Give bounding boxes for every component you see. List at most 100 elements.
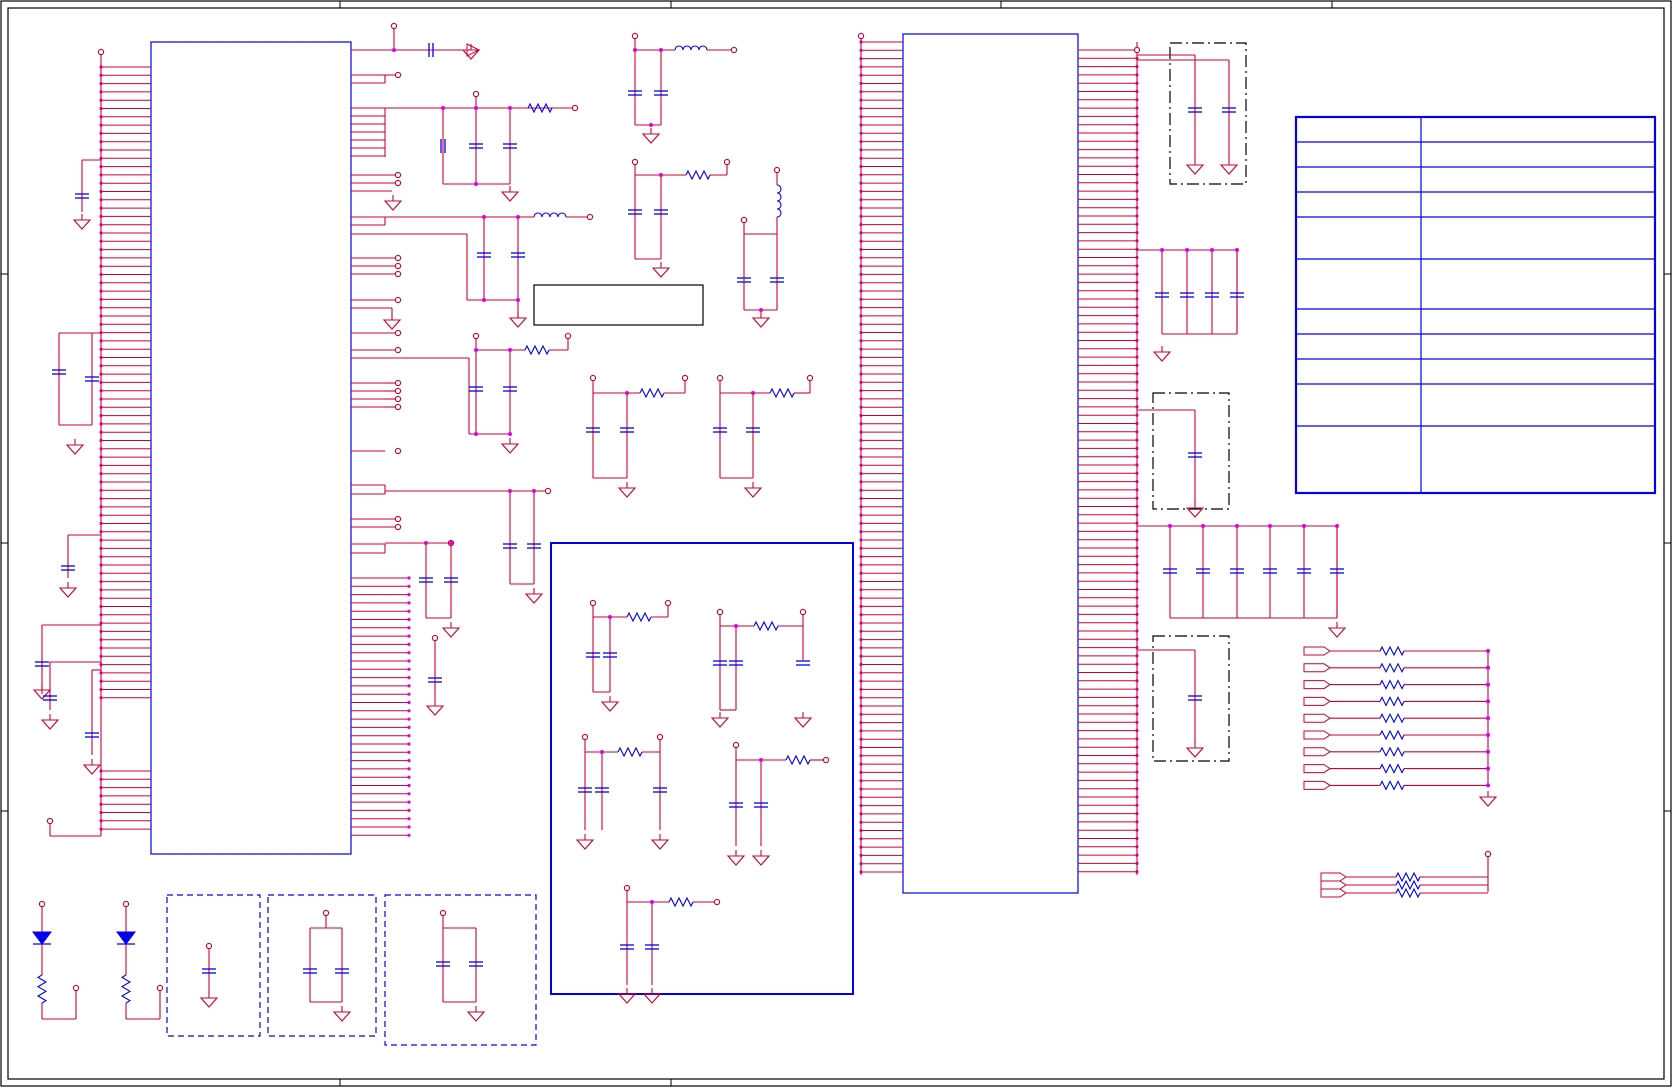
port-icon	[623, 884, 631, 892]
pin-dot	[407, 634, 411, 638]
junction-dot	[1486, 649, 1490, 653]
pin-dot	[407, 800, 411, 804]
junction-dot	[751, 391, 755, 395]
junction-dot	[1268, 524, 1272, 528]
ground-icon	[65, 439, 85, 455]
resistor-icon	[1395, 871, 1421, 883]
pin-dot	[407, 626, 411, 630]
wires	[41, 26, 1489, 1020]
ground-icon	[441, 622, 461, 638]
port-icon	[799, 608, 807, 616]
ground-icon	[508, 312, 528, 328]
junction-dot	[482, 298, 486, 302]
pin-dot	[407, 742, 411, 746]
resistor-icon	[1379, 662, 1405, 674]
ground-icon	[1185, 159, 1205, 175]
port-icon	[394, 262, 402, 270]
ground-icon	[743, 482, 763, 498]
junction-dot	[600, 750, 604, 754]
pin-dot	[407, 783, 411, 788]
port-icon	[472, 90, 480, 98]
port-icon	[581, 733, 589, 741]
junction-dot	[441, 106, 445, 110]
resistor-icon	[785, 754, 811, 766]
junction-dot	[474, 182, 478, 186]
port-icon	[730, 46, 738, 54]
junction-dot	[1486, 665, 1490, 670]
ground-icon	[751, 850, 771, 866]
junction-dot	[1335, 524, 1339, 528]
resistor-icon	[1395, 887, 1421, 899]
port-icon	[394, 254, 402, 262]
port-icon	[1303, 780, 1331, 790]
resistor-icon	[1379, 645, 1405, 657]
junction-dot	[1486, 766, 1490, 771]
port-icon	[394, 403, 402, 411]
ground-icon	[1152, 346, 1172, 362]
ic-u2-left-pins	[859, 40, 903, 874]
ground-icon	[58, 582, 78, 598]
resistor-icon	[1379, 746, 1405, 758]
port-icon	[773, 166, 781, 174]
port-icon	[740, 216, 748, 224]
pin-dot	[407, 817, 411, 821]
resistor-icon	[617, 746, 643, 758]
pin-dot	[407, 676, 411, 680]
port-icon	[394, 179, 402, 187]
resistor-icon	[1379, 679, 1405, 690]
resistor-icon	[527, 102, 553, 114]
port-icon	[72, 984, 80, 992]
port-icon	[431, 634, 439, 642]
ground-icon	[793, 712, 813, 728]
capacitor-icon	[796, 660, 810, 666]
junction-dot	[508, 106, 512, 110]
port-icon	[1303, 680, 1331, 690]
port-icon	[1303, 696, 1331, 706]
ground-icon	[651, 262, 671, 278]
junction-dot	[508, 489, 512, 493]
resistor-icon	[769, 387, 795, 399]
junction-dot	[649, 123, 653, 127]
resistor-icon	[1379, 696, 1405, 707]
port-icon	[394, 515, 402, 523]
pin-dot	[407, 734, 411, 738]
pin-dot	[407, 617, 411, 622]
inductor-icon	[533, 212, 567, 218]
port-icon	[394, 379, 402, 387]
revision-table	[1294, 115, 1657, 495]
ground-icon	[500, 186, 520, 202]
junction-dot	[1160, 248, 1164, 252]
junction-dot	[759, 758, 763, 762]
port-icon	[122, 900, 130, 908]
junction-dot	[608, 615, 612, 619]
port-icon	[472, 332, 480, 340]
port-icon	[394, 387, 402, 395]
resistor-icon	[1395, 879, 1421, 891]
port-icon	[394, 329, 402, 337]
port-icon	[806, 374, 814, 382]
junction-dot	[532, 489, 536, 493]
junction-dot	[516, 298, 520, 302]
port-icon	[716, 374, 724, 382]
pin-dot	[407, 759, 411, 763]
pin-dot	[407, 576, 411, 580]
junction-dot	[474, 432, 478, 436]
ground-icon	[72, 214, 92, 230]
resistor-icon	[1379, 712, 1405, 724]
port-icon	[1303, 747, 1331, 757]
pin-dot	[407, 767, 411, 771]
port-icon	[544, 487, 552, 495]
port-icon	[857, 32, 865, 40]
port-icon	[732, 741, 740, 749]
port-icon	[713, 898, 721, 906]
port-icon	[664, 599, 672, 607]
port-icon	[322, 909, 330, 917]
junction-dot	[734, 624, 738, 628]
resistor-icon	[120, 974, 132, 1004]
junction-dot	[1486, 716, 1490, 721]
junction-dot	[482, 215, 486, 219]
pin-dot	[407, 609, 411, 613]
resistor-icon	[639, 387, 665, 399]
resistor-icon	[753, 620, 779, 632]
resistor-icon	[685, 169, 711, 181]
